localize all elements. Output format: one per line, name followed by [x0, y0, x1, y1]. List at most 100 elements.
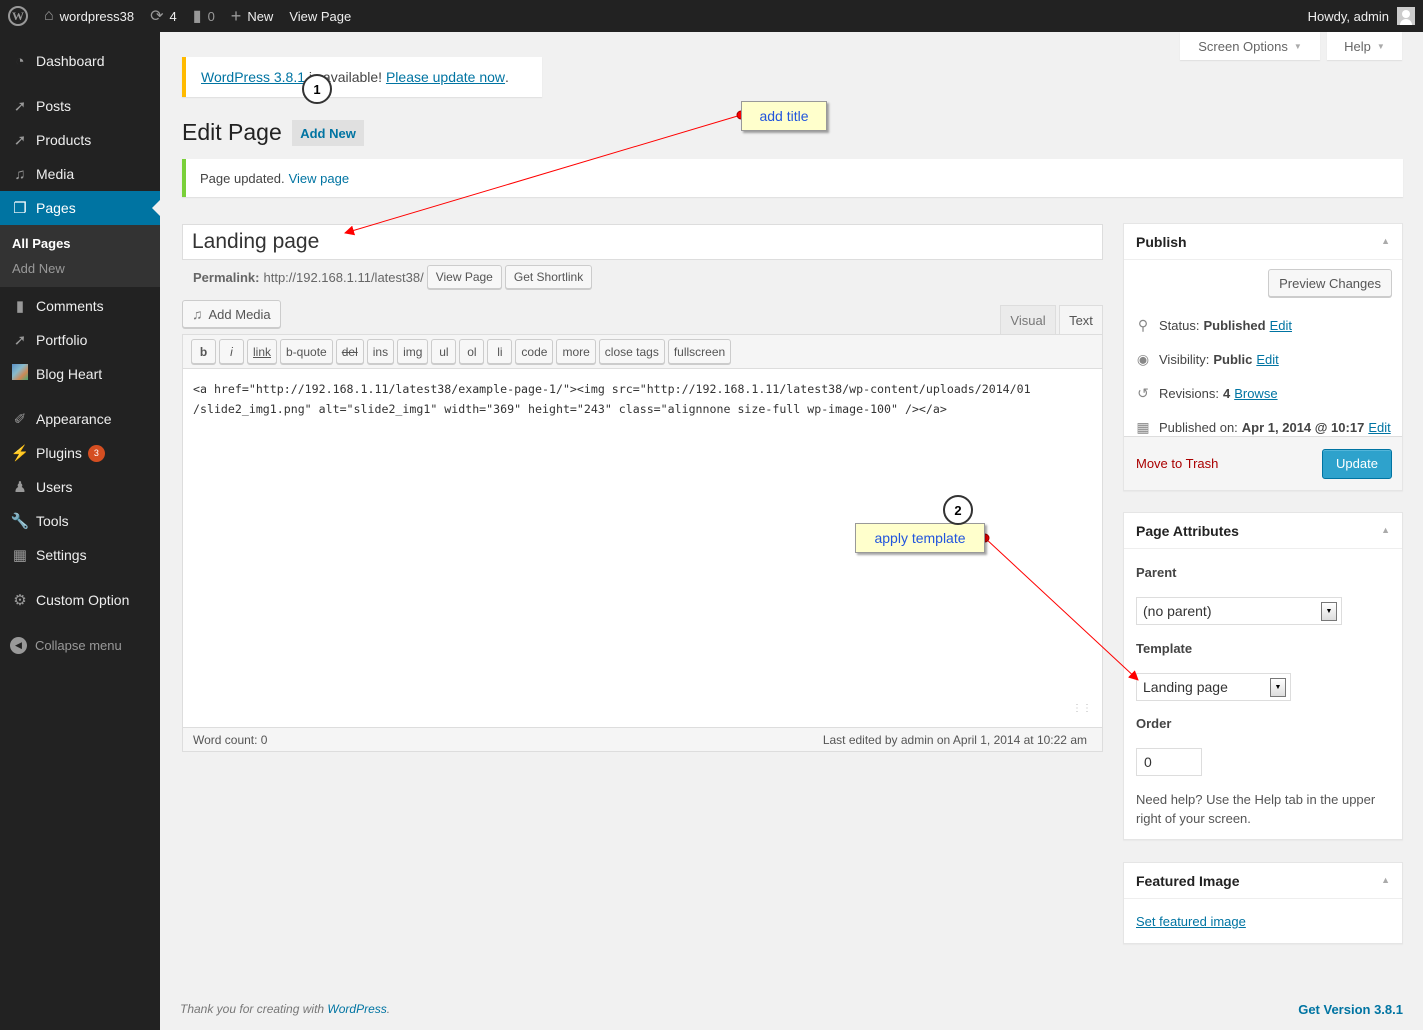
caret-down-icon: ▼: [1376, 41, 1385, 51]
qt-link-button[interactable]: link: [247, 339, 278, 364]
gear-icon: ⚙: [13, 592, 27, 609]
sidebar-item-products[interactable]: ➚ Products: [0, 123, 160, 157]
admin-bar: W ⌂ wordpress38 ⟳ 4 ▮ 0 + New View Page Howd…: [0, 0, 1423, 32]
comments-link[interactable]: ▮ 0: [185, 0, 223, 32]
sidebar-item-tools[interactable]: 🔧 Tools: [0, 504, 160, 538]
visibility-value: Public: [1213, 351, 1253, 367]
featured-image-title: Featured Image: [1136, 872, 1240, 889]
browse-revisions-link[interactable]: Browse: [1234, 386, 1277, 401]
sidebar-item-dashboard[interactable]: ◔ Dashboard: [0, 44, 160, 78]
qt-fullscreen-button[interactable]: fullscreen: [667, 339, 732, 364]
permalink-url[interactable]: http://192.168.1.11/latest38/: [263, 270, 423, 285]
view-page-button[interactable]: View Page: [426, 265, 502, 289]
status-row: ⚲ Status: Published Edit: [1124, 308, 1402, 342]
content-text: <a href="http://192.168.1.11/latest38/ex…: [193, 382, 1031, 416]
sidebar-item-settings[interactable]: ▦ Settings: [0, 538, 160, 572]
my-account-menu[interactable]: Howdy, admin: [1300, 0, 1423, 32]
site-name-link[interactable]: ⌂ wordpress38: [36, 0, 142, 32]
qt-ol-button[interactable]: ol: [459, 339, 485, 364]
add-new-page-button[interactable]: Add New: [292, 120, 364, 146]
plugins-update-badge: 3: [87, 444, 105, 462]
qt-more-button[interactable]: more: [556, 339, 596, 364]
sidebar-item-users[interactable]: ♟ Users: [0, 470, 160, 504]
order-input[interactable]: [1136, 748, 1202, 776]
sidebar-item-plugins[interactable]: ⚡ Plugins 3: [0, 436, 160, 470]
sidebar-item-label: Tools: [36, 513, 69, 529]
collapse-toggle-icon[interactable]: ▲: [1381, 525, 1390, 535]
edit-visibility-link[interactable]: Edit: [1256, 352, 1278, 367]
get-version-link[interactable]: Get Version 3.8.1: [1298, 1002, 1403, 1017]
qt-del-button[interactable]: del: [335, 339, 364, 364]
order-label: Order: [1136, 716, 1172, 731]
wordpress-logo-menu[interactable]: W: [0, 0, 36, 32]
sidebar-item-blog-heart[interactable]: Blog Heart: [0, 357, 160, 391]
callout-apply-template: apply template: [855, 523, 985, 553]
edit-status-link[interactable]: Edit: [1270, 318, 1292, 333]
set-featured-image-link[interactable]: Set featured image: [1136, 914, 1246, 929]
submenu-add-new[interactable]: Add New: [0, 256, 160, 281]
sidebar-item-label: Settings: [36, 547, 87, 563]
page-attributes-header[interactable]: Page Attributes ▲: [1124, 513, 1402, 549]
qt-img-button[interactable]: img: [397, 339, 429, 364]
media-icon: ♫: [192, 306, 203, 322]
move-to-trash-link[interactable]: Move to Trash: [1136, 456, 1218, 471]
view-page-link[interactable]: View Page: [281, 0, 359, 32]
featured-image-header[interactable]: Featured Image ▲: [1124, 863, 1402, 899]
qt-code-button[interactable]: code: [515, 339, 554, 364]
revisions-value: 4: [1222, 385, 1231, 401]
settings-icon: ▦: [12, 547, 28, 564]
sidebar-item-label: Pages: [36, 200, 76, 216]
updates-link[interactable]: ⟳ 4: [142, 0, 185, 32]
add-media-label: Add Media: [208, 306, 271, 322]
edit-date-link[interactable]: Edit: [1368, 420, 1390, 435]
wordpress-footer-link[interactable]: WordPress: [327, 1002, 386, 1016]
please-update-link[interactable]: Please update now: [386, 69, 505, 85]
get-shortlink-button[interactable]: Get Shortlink: [504, 265, 593, 289]
collapse-menu-button[interactable]: ◀ Collapse menu: [0, 628, 160, 662]
help-button[interactable]: Help ▼: [1327, 32, 1402, 60]
update-button[interactable]: Update: [1322, 448, 1392, 479]
parent-select[interactable]: (no parent) ▼: [1136, 597, 1342, 625]
wordpress-logo-icon: W: [8, 6, 28, 26]
step-marker-1: 1: [302, 74, 332, 104]
submenu-all-pages[interactable]: All Pages: [0, 231, 160, 256]
sidebar-item-appearance[interactable]: ✐ Appearance: [0, 402, 160, 436]
published-label: Published on:: [1159, 419, 1238, 435]
add-media-button[interactable]: ♫ Add Media: [182, 300, 281, 328]
tab-text[interactable]: Text: [1059, 305, 1103, 335]
sidebar-item-label: Plugins: [36, 445, 82, 461]
tab-visual[interactable]: Visual: [1000, 305, 1056, 335]
sidebar-item-posts[interactable]: ➚ Posts: [0, 89, 160, 123]
sidebar-item-label: Blog Heart: [36, 366, 103, 382]
collapse-toggle-icon[interactable]: ▲: [1381, 236, 1390, 246]
sidebar-item-portfolio[interactable]: ➚ Portfolio: [0, 323, 160, 357]
publish-box-header[interactable]: Publish ▲: [1124, 224, 1402, 260]
sidebar-item-media[interactable]: ♫ Media: [0, 157, 160, 191]
update-nag-end: .: [505, 69, 509, 85]
collapse-toggle-icon[interactable]: ▲: [1381, 875, 1390, 885]
qt-blockquote-button[interactable]: b-quote: [280, 339, 333, 364]
new-content-link[interactable]: + New: [223, 0, 282, 32]
sidebar-item-custom-option[interactable]: ⚙ Custom Option: [0, 583, 160, 617]
media-icon: ♫: [14, 165, 26, 183]
post-title-input[interactable]: [182, 224, 1103, 260]
screen-options-button[interactable]: Screen Options ▼: [1180, 32, 1320, 60]
resize-handle-icon[interactable]: ⋮⋮: [1072, 699, 1092, 719]
view-page-link[interactable]: View page: [289, 171, 349, 186]
qt-li-button[interactable]: li: [487, 339, 513, 364]
qt-close-tags-button[interactable]: close tags: [598, 339, 665, 364]
qt-ins-button[interactable]: ins: [366, 339, 395, 364]
sidebar-item-comments[interactable]: ▮ Comments: [0, 289, 160, 323]
updates-icon: ⟳: [150, 8, 164, 25]
pin-icon: ➚: [13, 98, 27, 115]
user-icon: ♟: [13, 479, 27, 496]
wordpress-version-link[interactable]: WordPress 3.8.1: [201, 69, 305, 85]
sidebar-item-pages[interactable]: ❐ Pages: [0, 191, 160, 225]
pages-submenu: All Pages Add New: [0, 225, 160, 287]
blog-heart-icon-wrap: [10, 364, 30, 384]
template-select[interactable]: Landing page ▼: [1136, 673, 1291, 701]
preview-changes-button[interactable]: Preview Changes: [1268, 269, 1392, 297]
qt-italic-button[interactable]: i: [219, 339, 244, 364]
qt-bold-button[interactable]: b: [191, 339, 216, 364]
qt-ul-button[interactable]: ul: [431, 339, 457, 364]
